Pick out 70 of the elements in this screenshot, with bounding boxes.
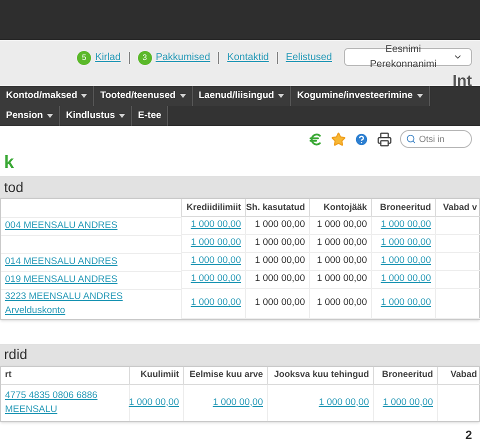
- caret-icon: [46, 114, 53, 118]
- search-icon: [406, 134, 416, 144]
- nav-menu-item[interactable]: E-tee: [132, 106, 168, 126]
- amount-text: 1 000 00,00: [316, 254, 367, 268]
- amount-link[interactable]: 1 000 00,00: [190, 236, 241, 251]
- count-badge: 3: [138, 50, 152, 64]
- account-link[interactable]: 004 MEENSALU ANDRES: [5, 219, 118, 234]
- amount-link[interactable]: 1 000 00,00: [380, 254, 431, 269]
- amount-link[interactable]: 1 000 00,00: [380, 272, 431, 287]
- section-heading: tod: [0, 176, 480, 198]
- account-link[interactable]: 3223 MEENSALU ANDRES Arvelduskonto: [5, 290, 177, 318]
- printer-icon[interactable]: [377, 132, 392, 146]
- amount-text: 1 000 00,00: [254, 296, 305, 310]
- amount-text: 1 000 00,00: [316, 218, 367, 232]
- amount-link[interactable]: 1 000 00,00: [382, 396, 433, 410]
- amount-link[interactable]: 1 000 00,00: [212, 396, 263, 410]
- amount-link[interactable]: 1 000 00,00: [190, 218, 241, 233]
- column-header: Sh. kasutatud: [245, 199, 309, 217]
- caret-icon: [81, 94, 88, 98]
- column-header: Vabad: [437, 366, 480, 384]
- amount-link[interactable]: 1 000 00,00: [380, 218, 431, 233]
- amount-link[interactable]: 1 000 00,00: [128, 396, 179, 410]
- star-icon[interactable]: [331, 132, 346, 146]
- page-title: k: [3, 152, 16, 172]
- search-field[interactable]: Otsi in: [400, 130, 472, 148]
- nav-menu-item[interactable]: Kindlustus: [60, 106, 132, 126]
- amount-text: 1 000 00,00: [316, 272, 367, 286]
- column-header: Kuulimiit: [129, 366, 183, 384]
- amount-text: 1 000 00,00: [316, 296, 367, 310]
- amount-link[interactable]: 1 000 00,00: [190, 296, 241, 310]
- column-header: Broneeritud: [373, 366, 437, 384]
- nav-menu-item[interactable]: Laenud/liisingud: [192, 86, 292, 106]
- total-text: 2: [465, 427, 472, 440]
- account-link[interactable]: 019 MEENSALU ANDRES: [5, 273, 118, 288]
- header-link[interactable]: Pakkumised: [156, 50, 210, 65]
- amount-text: 1 000 00,00: [254, 254, 305, 268]
- header-link[interactable]: Kontaktid: [227, 50, 269, 65]
- column-header: Kontojääk: [309, 199, 371, 217]
- amount-text: 1 000 00,00: [316, 236, 367, 250]
- count-badge: 5: [77, 50, 92, 64]
- brand-text: Int: [452, 72, 472, 92]
- caret-icon: [180, 94, 186, 98]
- card-link[interactable]: 4775 4835 0806 6886 MEENSALU: [5, 388, 125, 417]
- account-link[interactable]: 014 MEENSALU ANDRES: [5, 255, 118, 270]
- column-header: Krediidilimiit: [181, 199, 245, 217]
- section-heading: rdid: [0, 344, 480, 366]
- column-header: Vabad v: [435, 199, 480, 217]
- nav-menu-item[interactable]: Pension: [0, 106, 60, 126]
- amount-link[interactable]: 1 000 00,00: [190, 272, 241, 287]
- header-link[interactable]: Kirlad: [95, 50, 121, 65]
- caret-icon: [278, 94, 284, 98]
- nav-menu-item[interactable]: Tooted/teenused: [94, 86, 193, 106]
- amount-text: 1 000 00,00: [254, 272, 305, 286]
- amount-link[interactable]: 1 000 00,00: [380, 236, 431, 251]
- header-link[interactable]: Eelistused: [286, 50, 332, 65]
- column-header: Broneeritud: [371, 199, 435, 217]
- euro-icon[interactable]: [308, 132, 323, 146]
- amount-link[interactable]: 1 000 00,00: [318, 396, 369, 410]
- help-icon[interactable]: [354, 132, 369, 146]
- caret-icon: [119, 114, 126, 118]
- column-header: rt: [1, 366, 129, 384]
- column-header: Eelmise kuu arve: [183, 366, 267, 384]
- caret-icon: [416, 94, 423, 98]
- column-header: Jooksva kuu tehingud: [267, 366, 373, 384]
- amount-text: 1 000 00,00: [254, 236, 305, 250]
- nav-menu-item[interactable]: Kontod/maksed: [0, 86, 94, 106]
- nav-menu-item[interactable]: Kogumine/investeerimine: [291, 86, 430, 106]
- amount-link[interactable]: 1 000 00,00: [380, 296, 431, 310]
- amount-link[interactable]: 1 000 00,00: [190, 254, 241, 269]
- amount-text: 1 000 00,00: [254, 218, 305, 232]
